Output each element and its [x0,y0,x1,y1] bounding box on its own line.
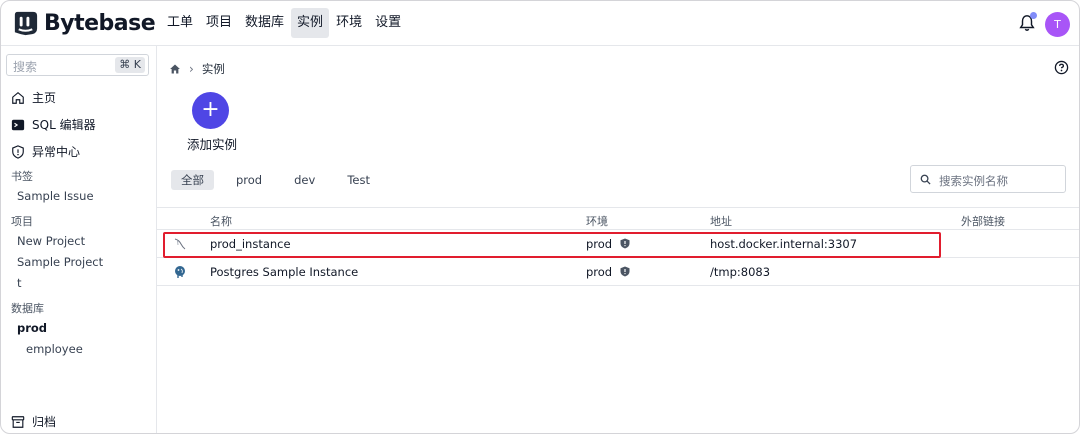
instance-address: /tmp:8083 [710,265,771,279]
environment-tabs: 全部 prod dev Test [171,170,392,190]
instance-search-input[interactable]: 搜索实例名称 [910,165,1066,193]
bytebase-logo[interactable]: Bytebase [11,9,156,38]
shield-icon [12,144,24,159]
instance-name[interactable]: prod_instance [210,237,291,251]
app-name: Bytebase [44,11,156,36]
breadcrumb-current: 实例 [201,62,225,76]
tab-all[interactable]: 全部 [171,170,214,190]
topnav-projects[interactable]: 项目 [200,8,238,38]
topnav-databases[interactable]: 数据库 [239,8,290,38]
main-content: › 实例 + 添加实例 全部 prod dev Test 搜索实例名称 名称 环… [157,46,1079,433]
environment-label: prod [586,237,613,251]
database-item[interactable]: employee [26,342,83,356]
sidebar-search-input[interactable]: 搜索 ⌘ K [6,54,149,76]
table-header: 名称 环境 地址 外部链接 [157,207,1079,230]
protected-shield-icon [620,266,630,277]
search-placeholder: 搜索 [13,60,38,74]
instance-address: host.docker.internal:3307 [710,237,858,251]
column-address[interactable]: 地址 [710,213,732,229]
projects-heading: 项目 [11,215,33,228]
project-item[interactable]: Sample Project [17,255,103,269]
tab-test[interactable]: Test [337,170,380,190]
sidebar-item-label: 主页 [32,91,57,105]
column-external-link[interactable]: 外部链接 [961,213,1005,229]
database-env-group[interactable]: prod [17,321,47,335]
instance-environment: prod [586,237,630,251]
terminal-icon [11,119,25,130]
tab-prod[interactable]: prod [226,170,272,190]
bytebase-logo-icon [14,11,38,36]
search-shortcut: ⌘ K [115,57,145,73]
table-row[interactable]: Postgres Sample Instance prod /tmp:8083 [157,258,1079,286]
search-icon [920,174,931,185]
top-header: Bytebase 工单 项目 数据库 实例 环境 设置 T [1,1,1079,46]
app-window: Bytebase 工单 项目 数据库 实例 环境 设置 T 搜索 ⌘ K 主页 … [0,0,1080,434]
sidebar-item-sql-editor[interactable]: SQL 编辑器 [11,116,96,133]
databases-heading: 数据库 [11,302,44,315]
archive-icon [11,415,25,428]
chevron-right-icon: › [189,62,194,76]
home-icon [12,91,24,104]
bookmark-item[interactable]: Sample Issue [17,189,94,203]
mysql-icon [174,238,186,250]
postgres-icon [175,266,185,278]
sidebar-item-home[interactable]: 主页 [11,89,56,106]
table-row[interactable]: prod_instance prod host.docker.internal:… [157,230,1079,258]
add-instance-label[interactable]: 添加实例 [187,134,237,153]
breadcrumb: › 实例 [169,61,225,77]
home-icon[interactable] [169,63,181,75]
notification-dot [1030,12,1037,19]
instance-environment: prod [586,265,630,279]
environment-label: prod [586,265,613,279]
instance-table: 名称 环境 地址 外部链接 prod_instance prod host.do… [157,207,1079,286]
sidebar-item-label: 异常中心 [32,145,81,159]
column-name[interactable]: 名称 [210,213,232,229]
topnav-settings[interactable]: 设置 [369,8,407,38]
column-environment[interactable]: 环境 [586,213,608,229]
search-placeholder: 搜索实例名称 [939,174,1008,188]
project-item[interactable]: t [17,276,22,290]
bookmarks-heading: 书签 [11,170,33,183]
sidebar: 搜索 ⌘ K 主页 SQL 编辑器 异常中心 书签 Sample Issue 项… [1,46,157,433]
topnav-environments[interactable]: 环境 [330,8,368,38]
topnav-issues[interactable]: 工单 [161,8,199,38]
project-item[interactable]: New Project [17,234,85,248]
sidebar-item-anomaly-center[interactable]: 异常中心 [11,143,80,160]
sidebar-item-archive[interactable]: 归档 [11,413,56,430]
topnav-instances[interactable]: 实例 [291,8,330,38]
sidebar-item-label: 归档 [32,415,57,429]
sidebar-item-label: SQL 编辑器 [32,118,96,132]
add-instance-button[interactable]: + [192,92,229,129]
help-icon[interactable] [1054,60,1069,75]
tab-dev[interactable]: dev [284,170,325,190]
protected-shield-icon [620,238,630,249]
instance-name[interactable]: Postgres Sample Instance [210,265,358,279]
user-avatar[interactable]: T [1045,12,1070,37]
top-nav: 工单 项目 数据库 实例 环境 设置 [161,8,408,38]
